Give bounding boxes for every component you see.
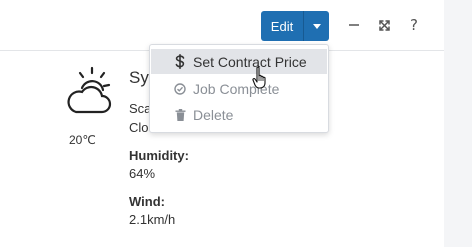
dollar-icon — [173, 54, 187, 69]
wind-label: Wind: — [129, 194, 165, 209]
temperature: 20℃ — [69, 133, 96, 147]
humidity-label: Humidity: — [129, 148, 189, 163]
menu-item-job-complete[interactable]: Job Complete — [151, 76, 327, 101]
expand-icon[interactable] — [373, 14, 395, 36]
wind-value: 2.1km/h — [129, 212, 176, 227]
edit-button[interactable]: Edit — [261, 11, 303, 41]
check-circle-icon — [173, 82, 187, 95]
menu-item-delete[interactable]: Delete — [151, 102, 327, 127]
edit-button-group: Edit — [261, 11, 329, 41]
hand-pointer-cursor-icon — [252, 66, 268, 90]
edit-dropdown-toggle[interactable] — [303, 11, 329, 41]
menu-item-label: Set Contract Price — [193, 53, 307, 70]
caret-down-icon — [312, 23, 321, 29]
minimize-icon[interactable] — [343, 14, 365, 36]
menu-item-set-contract-price[interactable]: Set Contract Price — [151, 49, 327, 74]
menu-item-label: Delete — [193, 106, 234, 123]
partly-cloudy-icon — [66, 66, 114, 118]
help-icon[interactable]: ? — [403, 14, 425, 36]
trash-icon — [173, 108, 187, 121]
edit-dropdown-menu: Set Contract Price Job Complete Delete — [149, 44, 329, 133]
humidity-value: 64% — [129, 166, 156, 181]
